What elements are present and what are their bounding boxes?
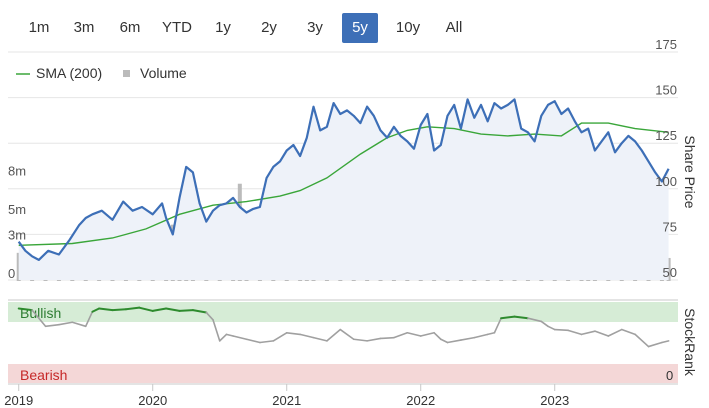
stockrank-segment	[580, 330, 596, 336]
price-axis-title: Share Price	[682, 135, 698, 208]
volume-legend-swatch	[123, 70, 130, 77]
stockrank-segment	[486, 331, 496, 336]
stockrank-segment	[607, 328, 623, 337]
stockrank-segment	[218, 333, 228, 342]
stockrank-segment	[547, 325, 556, 331]
stockrank-segment	[352, 338, 368, 342]
stockrank-segment	[339, 328, 355, 341]
stockrank-segment	[232, 335, 248, 341]
stockrank-segment	[299, 333, 315, 339]
stockrank-segment	[647, 341, 663, 348]
stockrank-segment	[540, 320, 549, 328]
stockrank-segment	[433, 331, 442, 341]
stockrank-segment	[259, 340, 275, 344]
x-tick-label: 2022	[406, 393, 435, 408]
price-tick-label: 175	[655, 37, 677, 52]
bearish-band	[8, 364, 678, 383]
stockrank-segment	[393, 331, 409, 339]
stockrank-segment	[178, 309, 194, 312]
x-tick-label: 2023	[540, 393, 569, 408]
stockrank-segment	[634, 333, 650, 348]
stockrank-segment	[272, 331, 288, 342]
stockrank-segment	[460, 336, 476, 341]
price-tick-label: 75	[663, 219, 677, 234]
stockrank-segment	[245, 338, 261, 344]
stockrank-segment	[567, 329, 583, 336]
volume-tick-label: 3m	[8, 228, 26, 243]
stockrank-segment	[446, 339, 462, 344]
stock-chart: SMA (200) Volume 50 75 100 125 150 175 0 3m 5m 8…	[4, 37, 698, 408]
x-tick-label: 2020	[138, 393, 167, 408]
price-tick-label: 100	[655, 174, 677, 189]
stockrank-segment	[620, 328, 636, 336]
sma-legend-label: SMA (200)	[36, 65, 102, 81]
x-tick-label: 2019	[4, 393, 33, 408]
bullish-band	[8, 302, 678, 322]
stockrank-segment	[473, 333, 489, 339]
stockrank-segment	[594, 330, 610, 337]
volume-legend-label: Volume	[140, 65, 187, 81]
x-tick-label: 2021	[272, 393, 301, 408]
stockrank-segment	[71, 321, 87, 328]
stockrank-segment	[225, 333, 234, 337]
stockrank-segment	[58, 321, 74, 326]
stockrank-segment	[312, 336, 328, 342]
stockrank-segment	[419, 331, 435, 337]
stockrank-segment	[440, 338, 449, 344]
volume-tick-label: 0	[8, 266, 15, 281]
legend: SMA (200) Volume	[16, 65, 187, 81]
stockrank-segment	[326, 328, 342, 342]
price-area	[18, 99, 669, 281]
stockrank-segment	[661, 340, 670, 344]
volume-tick-label: 8m	[8, 164, 26, 179]
stockrank-segment	[406, 331, 422, 337]
stockrank-segment	[212, 319, 221, 342]
bearish-label: Bearish	[20, 367, 67, 383]
price-tick-label: 125	[655, 128, 677, 143]
stockrank-segment	[366, 337, 382, 342]
stockrank-axis-title: StockRank	[682, 308, 698, 377]
stockrank-segment	[111, 308, 127, 312]
x-axis-ticks: 2019 2020 2021 2022 2023	[4, 384, 569, 408]
stockrank-segment	[44, 323, 60, 328]
price-area-group	[18, 99, 669, 281]
stockrank-zero-label: 0	[666, 368, 673, 383]
price-tick-label: 50	[663, 265, 677, 280]
volume-tick-label: 5m	[8, 202, 26, 217]
price-tick-label: 150	[655, 83, 677, 98]
bullish-label: Bullish	[20, 305, 61, 321]
stockrank-segment	[553, 328, 569, 332]
stockrank-segment	[285, 331, 301, 336]
stockrank-segment	[379, 336, 395, 340]
